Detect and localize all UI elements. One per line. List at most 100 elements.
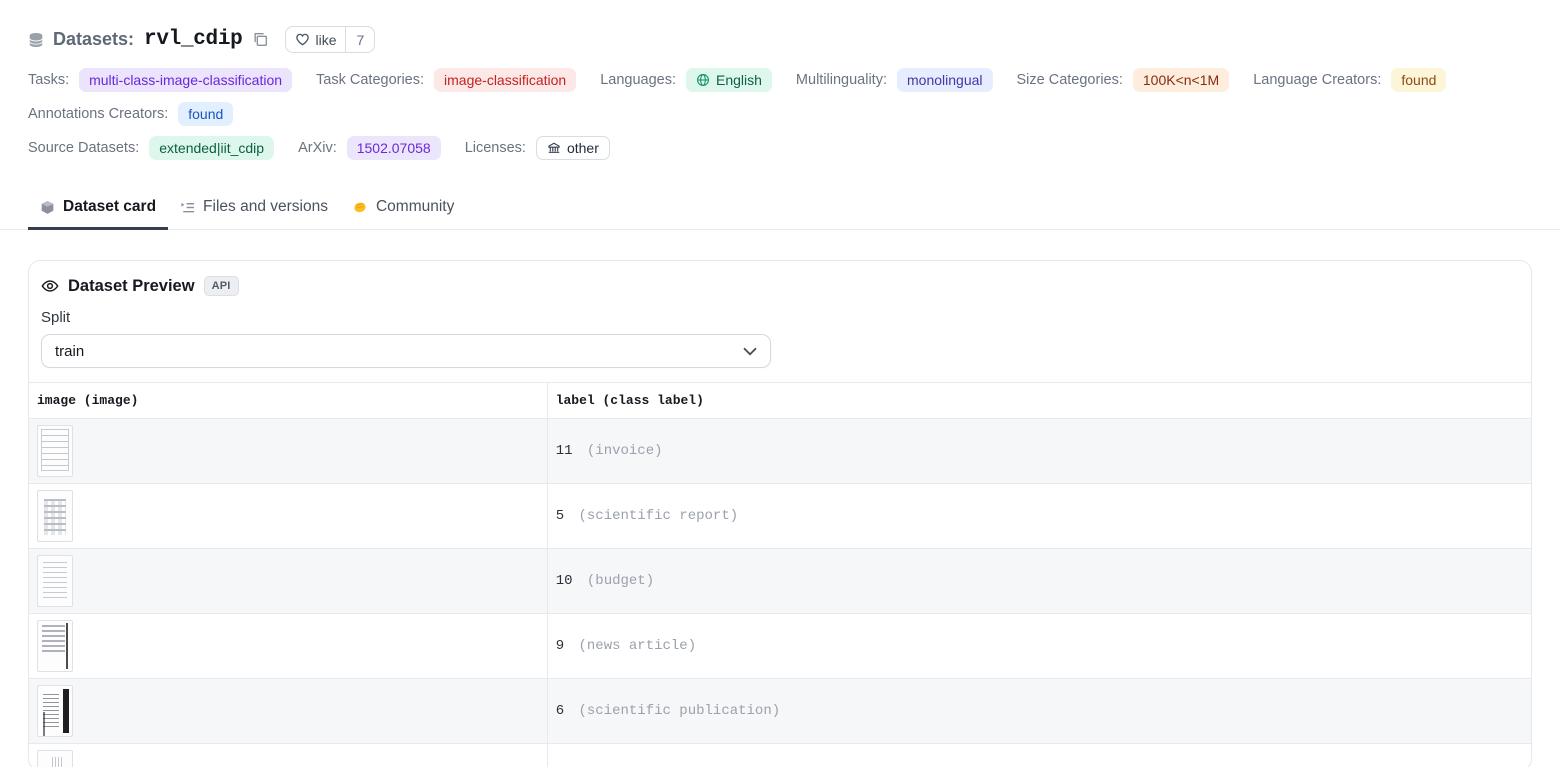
- badge-text: other: [567, 141, 599, 155]
- label-class-name: (scientific report): [570, 508, 738, 524]
- like-button-main[interactable]: like: [286, 27, 345, 52]
- split-label: Split: [41, 309, 1519, 326]
- badge-text: found: [1401, 73, 1436, 87]
- preview-title: Dataset Preview: [68, 277, 195, 296]
- tag-row-1: Tasks: multi-class-image-classification …: [28, 68, 1532, 126]
- document-image-thumbnail[interactable]: [37, 490, 73, 542]
- badge-text: English: [716, 73, 762, 87]
- table-row: 11 (invoice): [29, 419, 1531, 484]
- tag-group: Tasks: multi-class-image-classification: [28, 68, 292, 92]
- heart-icon: [295, 32, 310, 47]
- image-cell: [29, 419, 547, 484]
- tag-group: ArXiv: 1502.07058: [298, 136, 441, 160]
- tag-badge[interactable]: extended|iit_cdip: [149, 136, 274, 160]
- document-image-thumbnail[interactable]: [37, 620, 73, 672]
- license-bank-icon: [547, 141, 561, 155]
- tag-label: ArXiv:: [298, 140, 337, 156]
- tag-label: Tasks:: [28, 72, 69, 88]
- files-list-icon: [180, 200, 195, 215]
- badge-text: 1502.07058: [357, 141, 431, 155]
- tag-label: Source Datasets:: [28, 140, 139, 156]
- document-image-thumbnail[interactable]: [37, 685, 73, 737]
- tab-files-and-versions[interactable]: Files and versions: [168, 187, 340, 229]
- breadcrumb: Datasets:: [53, 29, 134, 50]
- dataset-page: Datasets: rvl_cdip like 7 Tasks: multi-c…: [0, 0, 1560, 767]
- label-cell: 11 (invoice): [547, 419, 1531, 484]
- tab-dataset-card[interactable]: Dataset card: [28, 187, 168, 229]
- label-cell: [547, 744, 1531, 767]
- tag-group: Language Creators: found: [1253, 68, 1446, 92]
- community-icon: [352, 199, 368, 215]
- tag-badge[interactable]: found: [1391, 68, 1446, 92]
- label-value: 6: [556, 703, 564, 719]
- preview-table-head: image (image) label (class label): [29, 383, 1531, 419]
- preview-table: image (image) label (class label) 11 (in…: [29, 382, 1531, 767]
- document-image-thumbnail[interactable]: [37, 425, 73, 477]
- label-value: 5: [556, 508, 564, 524]
- badge-text: image-classification: [444, 73, 566, 87]
- tag-row-2: Source Datasets: extended|iit_cdip ArXiv…: [28, 136, 1532, 160]
- eye-icon: [41, 277, 59, 295]
- tag-badge[interactable]: image-classification: [434, 68, 576, 92]
- page-header: Datasets: rvl_cdip like 7 Tasks: multi-c…: [0, 0, 1560, 160]
- image-cell: [29, 614, 547, 679]
- tab-community[interactable]: Community: [340, 187, 466, 229]
- tag-group: Multilinguality: monolingual: [796, 68, 993, 92]
- label-value: 9: [556, 638, 564, 654]
- document-image-thumbnail[interactable]: [37, 555, 73, 607]
- globe-icon: [696, 73, 710, 87]
- split-select-value: train: [55, 343, 84, 360]
- tag-group: Annotations Creators: found: [28, 102, 233, 126]
- label-cell: 6 (scientific publication): [547, 679, 1531, 744]
- badge-text: monolingual: [907, 73, 983, 87]
- tag-badge[interactable]: multi-class-image-classification: [79, 68, 292, 92]
- table-row: [29, 744, 1531, 767]
- tag-badge[interactable]: 1502.07058: [347, 136, 441, 160]
- chevron-down-icon: [743, 347, 757, 356]
- tag-label: Annotations Creators:: [28, 106, 168, 122]
- badge-text: extended|iit_cdip: [159, 141, 264, 155]
- column-header-image: image (image): [29, 383, 547, 419]
- document-image-thumbnail[interactable]: [37, 750, 73, 767]
- table-row: 10 (budget): [29, 549, 1531, 614]
- api-badge[interactable]: API: [204, 276, 239, 296]
- table-row: 5 (scientific report): [29, 484, 1531, 549]
- tag-group: Size Categories: 100K<n<1M: [1017, 68, 1230, 92]
- card-inner: Dataset Preview API Split train: [29, 261, 1531, 368]
- tag-badge[interactable]: English: [686, 68, 772, 92]
- tab-bar: Dataset card Files and versions Communit…: [0, 187, 1560, 230]
- label-value: 10: [556, 573, 573, 589]
- tag-badge[interactable]: monolingual: [897, 68, 993, 92]
- label-class-name: (invoice): [579, 443, 663, 459]
- copy-icon[interactable]: [250, 29, 271, 50]
- tag-label: Size Categories:: [1017, 72, 1123, 88]
- database-icon: [28, 32, 44, 48]
- like-label: like: [315, 32, 336, 48]
- split-select[interactable]: train: [41, 334, 771, 368]
- image-cell: [29, 744, 547, 767]
- badge-text: 100K<n<1M: [1143, 73, 1219, 87]
- like-count[interactable]: 7: [345, 27, 374, 52]
- tag-label: Languages:: [600, 72, 676, 88]
- like-button[interactable]: like 7: [285, 26, 375, 53]
- label-cell: 5 (scientific report): [547, 484, 1531, 549]
- image-cell: [29, 679, 547, 744]
- preview-table-body: 11 (invoice) 5 (scientific report) 10 (b…: [29, 419, 1531, 767]
- label-class-name: (budget): [579, 573, 655, 589]
- tag-label: Language Creators:: [1253, 72, 1381, 88]
- tag-label: Multilinguality:: [796, 72, 887, 88]
- tag-group: Task Categories: image-classification: [316, 68, 576, 92]
- label-class-name: (news article): [570, 638, 696, 654]
- label-class-name: (scientific publication): [570, 703, 780, 719]
- tag-badge[interactable]: other: [536, 136, 610, 160]
- dataset-name: rvl_cdip: [144, 28, 242, 51]
- tag-label: Task Categories:: [316, 72, 424, 88]
- column-header-label: label (class label): [547, 383, 1531, 419]
- tag-badge[interactable]: 100K<n<1M: [1133, 68, 1229, 92]
- dataset-preview-card: Dataset Preview API Split train image (i…: [28, 260, 1532, 767]
- badge-text: multi-class-image-classification: [89, 73, 282, 87]
- tag-group: Licenses: other: [465, 136, 610, 160]
- tag-badge[interactable]: found: [178, 102, 233, 126]
- table-row: 6 (scientific publication): [29, 679, 1531, 744]
- label-cell: 9 (news article): [547, 614, 1531, 679]
